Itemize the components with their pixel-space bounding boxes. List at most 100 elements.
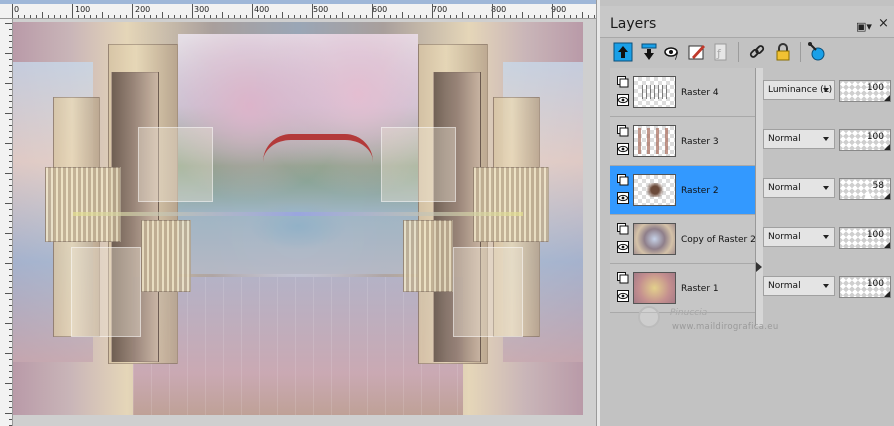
ruler-label: 200: [135, 5, 151, 14]
opacity-slider[interactable]: 100: [839, 227, 891, 249]
layer-group-icon[interactable]: [617, 174, 629, 186]
layer-row-copy-of-raster-2[interactable]: Copy of Raster 2: [610, 215, 756, 264]
layer-row-raster-3[interactable]: Raster 3: [610, 117, 756, 166]
blend-mode-select[interactable]: Luminance (L): [763, 80, 835, 100]
ruler-tick: [534, 15, 535, 18]
adjust-layer-icon[interactable]: /: [662, 41, 684, 63]
layer-thumbnail: [633, 272, 676, 304]
blend-mode-select[interactable]: Normal: [763, 227, 835, 247]
ruler-tick: [192, 4, 193, 18]
opacity-slider[interactable]: 100: [839, 129, 891, 151]
ruler-tick: [102, 12, 103, 18]
opacity-slider[interactable]: 58: [839, 178, 891, 200]
ruler-tick: [432, 4, 433, 18]
lock-layer-icon[interactable]: [772, 41, 794, 63]
ruler-tick: [474, 15, 475, 18]
ruler-tick: [342, 12, 343, 18]
ruler-tick: [5, 323, 12, 324]
mask-layer-icon[interactable]: [686, 41, 708, 63]
ruler-tick: [9, 257, 12, 258]
watermark-logo-icon: [638, 306, 660, 328]
ruler-tick: [9, 389, 12, 390]
layer-group-icon[interactable]: [617, 223, 629, 235]
slider-corner-icon: [884, 95, 890, 101]
delete-layer-icon[interactable]: ƒ: [710, 41, 732, 63]
ruler-tick: [9, 131, 12, 132]
ruler-tick: [462, 12, 463, 18]
ruler-tick: [468, 15, 469, 18]
ruler-tick: [9, 161, 12, 162]
dock-options-icon[interactable]: ▣▾: [856, 20, 872, 33]
psp-window: 0 100 200 300 400 500 600 700 800 900 La…: [0, 0, 894, 426]
visibility-eye-icon[interactable]: [617, 143, 629, 155]
close-icon[interactable]: ×: [878, 16, 889, 31]
layer-thumbnail: [633, 125, 676, 157]
ruler-tick: [144, 15, 145, 18]
visibility-eye-icon[interactable]: [617, 241, 629, 253]
ruler-tick: [264, 15, 265, 18]
ruler-tick: [372, 4, 373, 18]
slider-corner-icon: [884, 193, 890, 199]
blend-mode-select[interactable]: Normal: [763, 276, 835, 296]
ruler-tick: [408, 15, 409, 18]
ruler-tick: [9, 317, 12, 318]
ruler-tick: [5, 353, 12, 354]
ruler-tick: [162, 12, 163, 18]
ruler-tick: [312, 4, 313, 18]
expand-arrow-icon[interactable]: [756, 262, 762, 272]
deco-square-left-top: [138, 127, 213, 202]
canvas-image[interactable]: [13, 22, 583, 415]
layer-group-icon[interactable]: [617, 125, 629, 137]
blend-mode-value: Normal: [768, 183, 801, 193]
ruler-tick: [18, 15, 19, 18]
ruler-tick: [9, 251, 12, 252]
blend-mode-select[interactable]: Normal: [763, 178, 835, 198]
new-raster-layer-icon[interactable]: [612, 41, 634, 63]
watermark: Pinuccia www.maildirografica.eu: [638, 302, 828, 350]
ruler-tick: [522, 12, 523, 18]
link-layer-icon[interactable]: [746, 41, 768, 63]
opacity-slider[interactable]: 100: [839, 276, 891, 298]
ruler-tick: [5, 293, 12, 294]
ruler-tick: [528, 15, 529, 18]
layer-row-raster-2[interactable]: Raster 2: [610, 166, 756, 215]
ruler-tick: [276, 15, 277, 18]
ruler-tick: [414, 15, 415, 18]
layer-props-raster-3: Normal 100: [763, 117, 894, 166]
deco-stripes-left: [45, 167, 121, 242]
ruler-tick: [210, 15, 211, 18]
ruler-tick: [252, 4, 253, 18]
layer-group-icon[interactable]: [617, 272, 629, 284]
ruler-label: 900: [551, 5, 567, 14]
ruler-tick: [138, 15, 139, 18]
ruler-tick: [150, 15, 151, 18]
ruler-tick: [9, 65, 12, 66]
ruler-tick: [5, 173, 12, 174]
layer-group-icon[interactable]: [617, 76, 629, 88]
ruler-tick: [9, 245, 12, 246]
layer-properties-icon[interactable]: [806, 41, 828, 63]
slider-thumb-icon[interactable]: [864, 190, 872, 199]
blend-mode-select[interactable]: Normal: [763, 129, 835, 149]
ruler-tick: [9, 305, 12, 306]
ruler-tick: [294, 15, 295, 18]
ruler-tick: [168, 15, 169, 18]
blend-mode-value: Normal: [768, 232, 801, 242]
ruler-tick: [5, 83, 12, 84]
layer-list-splitter[interactable]: [755, 68, 763, 326]
ruler-tick: [9, 269, 12, 270]
watermark-name: Pinuccia: [670, 308, 708, 318]
visibility-eye-icon[interactable]: [617, 94, 629, 106]
opacity-slider[interactable]: 100: [839, 80, 891, 102]
visibility-eye-icon[interactable]: [617, 192, 629, 204]
ruler-tick: [96, 15, 97, 18]
new-layer-from-selection-icon[interactable]: [638, 41, 660, 63]
ruler-tick: [42, 12, 43, 18]
ruler-tick: [9, 41, 12, 42]
layer-row-raster-4[interactable]: Raster 4: [610, 68, 756, 117]
chevron-down-icon: [823, 88, 829, 92]
ruler-tick: [378, 15, 379, 18]
visibility-eye-icon[interactable]: [617, 290, 629, 302]
ruler-tick: [5, 143, 12, 144]
ruler-tick: [588, 15, 589, 18]
